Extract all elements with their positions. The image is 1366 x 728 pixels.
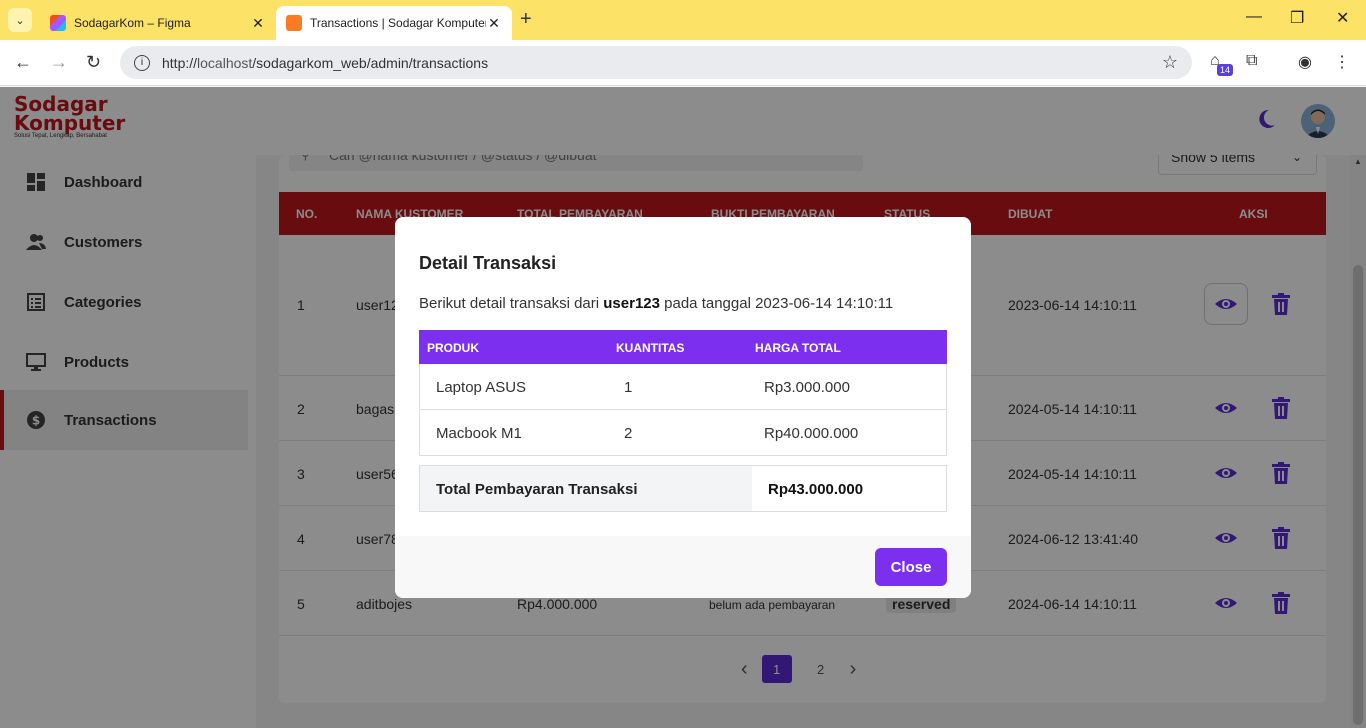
tab-title: Transactions | Sodagar Komputer <box>310 16 486 30</box>
total-label: Total Pembayaran Transaksi <box>420 466 752 511</box>
detail-row: Macbook M1 2 Rp40.000.000 <box>419 410 947 456</box>
detail-row: Laptop ASUS 1 Rp3.000.000 <box>419 364 947 410</box>
close-window-icon[interactable]: ✕ <box>1336 8 1349 28</box>
total-payment-row: Total Pembayaran Transaksi Rp43.000.000 <box>419 465 947 512</box>
extensions-puzzle-icon[interactable]: ⧉ <box>1246 52 1257 70</box>
browser-tab-bar: ⌄ SodagarKom – Figma ✕ Transactions | So… <box>0 0 1366 40</box>
extension-badge: 14 <box>1217 64 1234 76</box>
site-info-icon[interactable]: i <box>134 54 150 71</box>
figma-favicon-icon <box>50 15 66 31</box>
reload-icon[interactable]: ↻ <box>86 52 101 73</box>
kebab-menu-icon[interactable]: ⋮ <box>1334 52 1350 72</box>
browser-tab-figma[interactable]: SodagarKom – Figma ✕ <box>40 6 276 40</box>
modal-footer: Close <box>395 536 971 598</box>
detail-table-header: PRODUK KUANTITAS HARGA TOTAL <box>419 330 947 364</box>
modal-title: Detail Transaksi <box>419 253 557 273</box>
tab-title: SodagarKom – Figma <box>74 16 191 30</box>
back-arrow-icon[interactable]: ← <box>14 52 32 73</box>
tab-search-button[interactable]: ⌄ <box>8 8 32 32</box>
forward-arrow-icon[interactable]: → <box>50 52 68 73</box>
browser-tab-transactions[interactable]: Transactions | Sodagar Komputer ✕ <box>276 6 512 40</box>
address-bar[interactable]: i http://localhost/sodagarkom_web/admin/… <box>120 46 1192 79</box>
close-button[interactable]: Close <box>875 548 947 586</box>
close-tab-icon[interactable]: ✕ <box>250 15 266 32</box>
transaction-detail-modal: Detail Transaksi Berikut detail transaks… <box>395 217 971 598</box>
xampp-favicon-icon <box>286 15 302 31</box>
minimize-icon[interactable]: — <box>1246 8 1262 26</box>
detail-table: PRODUK KUANTITAS HARGA TOTAL Laptop ASUS… <box>419 330 947 456</box>
chevron-down-icon: ⌄ <box>15 14 25 27</box>
close-tab-icon[interactable]: ✕ <box>486 15 502 32</box>
profile-icon[interactable]: ◉ <box>1298 52 1312 72</box>
url-text: http://localhost/sodagarkom_web/admin/tr… <box>162 54 489 71</box>
total-value: Rp43.000.000 <box>768 481 864 498</box>
modal-description: Berikut detail transaksi dari user123 pa… <box>419 295 894 312</box>
new-tab-icon[interactable]: + <box>520 8 532 31</box>
browser-address-row: ← → ↻ i http://localhost/sodagarkom_web/… <box>0 40 1366 86</box>
bookmark-star-icon[interactable]: ☆ <box>1162 52 1178 73</box>
restore-icon[interactable]: ❐ <box>1290 8 1304 28</box>
